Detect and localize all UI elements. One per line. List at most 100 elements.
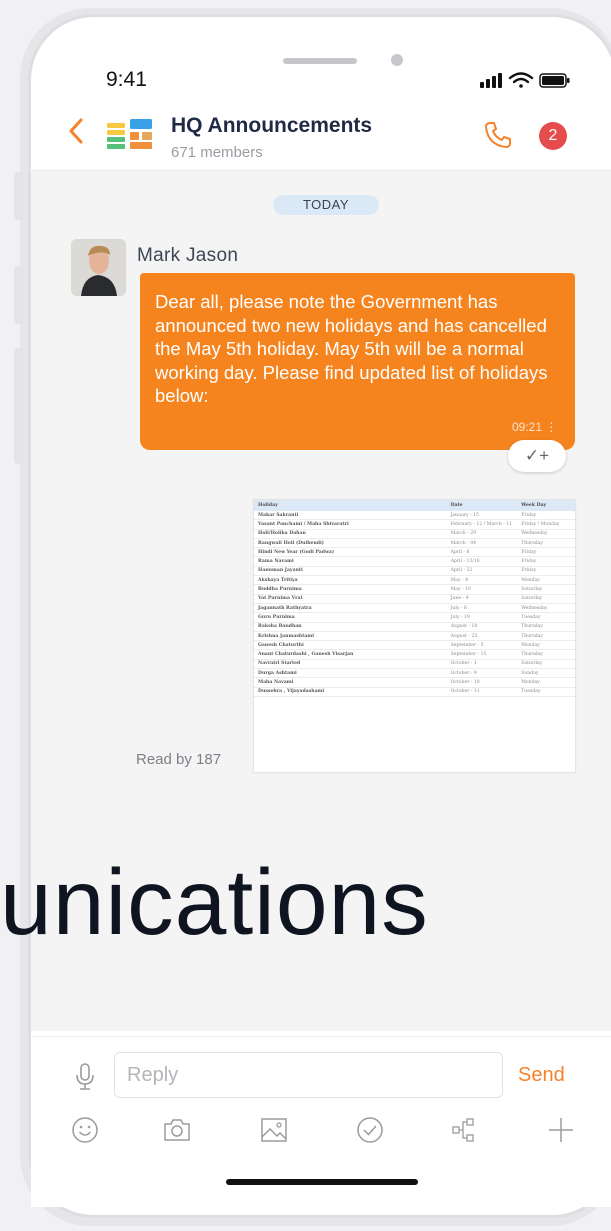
table-row: Ganesh Chaturthi September - 5 Monday xyxy=(254,640,575,651)
notch-camera xyxy=(391,54,403,66)
message-time: 09:21 ⋮ xyxy=(512,420,558,434)
table-cell: July - 6 xyxy=(446,603,518,614)
table-cell: Sunday xyxy=(517,668,575,679)
table-cell: Holi/Holika Dahan xyxy=(254,529,447,539)
table-cell: Monday xyxy=(517,640,575,651)
table-cell: Guru Purnima xyxy=(254,612,447,623)
table-cell: Makar Sakranti xyxy=(254,511,447,521)
table-cell: Raksha Bandhan xyxy=(254,622,447,632)
table-cell: Saturday xyxy=(517,659,575,670)
sender-avatar[interactable] xyxy=(71,239,126,296)
back-chevron-icon[interactable] xyxy=(68,117,84,145)
battery-icon xyxy=(539,73,570,88)
table-row: Akshaya Tritiya May - 4 Monday xyxy=(254,575,575,586)
member-count: 671 members xyxy=(171,144,263,161)
plus-icon[interactable] xyxy=(546,1115,576,1145)
table-cell: Friday xyxy=(517,511,575,521)
table-row: Krishna Janmashtami August - 25 Thursday xyxy=(254,631,575,642)
column-header: Week Day xyxy=(517,500,575,511)
table-cell: September - 15 xyxy=(446,649,518,660)
table-cell: October - 1 xyxy=(446,659,518,670)
table-cell: Hindi New Year (Gudi Padwa) xyxy=(254,547,447,558)
table-row: Hindi New Year (Gudi Padwa) April - 8 Frid… xyxy=(254,547,575,558)
table-row: Holi/Holika Dahan March - 29 Wednesday xyxy=(254,529,575,539)
table-row: Hanuman Jayanti April - 22 Friday xyxy=(254,566,575,577)
channel-avatar-icon[interactable] xyxy=(105,117,155,151)
send-button[interactable]: Send xyxy=(518,1064,565,1087)
column-header: Holiday xyxy=(254,500,447,511)
image-icon[interactable] xyxy=(259,1115,289,1145)
table-cell: August - 25 xyxy=(446,631,518,642)
table-cell: Saturday xyxy=(517,594,575,604)
phone-call-icon[interactable] xyxy=(483,120,513,150)
emoji-icon[interactable] xyxy=(70,1115,100,1145)
table-cell: October - 10 xyxy=(446,677,518,688)
table-cell: March - 04 xyxy=(446,538,518,549)
table-row: Maha Navami October - 10 Monday xyxy=(254,677,575,688)
table-row: Dussehra , Vijayadashami October - 11 Tues… xyxy=(254,687,575,697)
table-cell: Wednesday xyxy=(517,529,575,539)
table-cell: April - 8 xyxy=(446,547,518,558)
table-cell: Durga Ashtami xyxy=(254,668,447,679)
table-cell: Vasant Panchami / Maha Shivaratri xyxy=(254,519,447,530)
table-row: Anant Chaturdashi , Ganesh Visarjan Septe… xyxy=(254,649,575,660)
table-cell: Akshaya Tritiya xyxy=(254,575,447,586)
device-mute-switch xyxy=(14,172,24,220)
table-cell: Thursday xyxy=(517,622,575,632)
table-cell: May - 10 xyxy=(446,584,518,595)
microphone-icon[interactable] xyxy=(74,1062,96,1092)
device-volume-up xyxy=(14,266,24,324)
table-cell: Friday xyxy=(517,566,575,577)
date-divider: TODAY xyxy=(273,195,379,215)
table-cell: Rangwali Holi (Dulhendi) xyxy=(254,538,447,549)
table-cell: September - 5 xyxy=(446,640,518,651)
table-cell: Friday xyxy=(517,556,575,567)
table-cell: Anant Chaturdashi , Ganesh Visarjan xyxy=(254,649,447,660)
table-cell: October - 9 xyxy=(446,668,518,679)
table-cell: Ganesh Chaturthi xyxy=(254,640,447,651)
check-circle-icon[interactable] xyxy=(355,1115,385,1145)
read-receipt[interactable]: Read by 187 xyxy=(136,751,221,768)
table-cell: Monday xyxy=(517,677,575,688)
signal-icon xyxy=(480,73,502,88)
table-cell: Monday xyxy=(517,575,575,586)
table-row: Vasant Panchami / Maha Shivaratri Februar… xyxy=(254,519,575,530)
table-row: Rama Navami April - 13/16 Friday xyxy=(254,556,575,567)
overlay-caption: unications xyxy=(0,850,429,954)
table-cell: February - 12 / March - 11 xyxy=(446,519,518,530)
status-icons xyxy=(478,70,574,90)
message-text: Dear all, please note the Government has… xyxy=(155,291,548,406)
table-cell: Buddha Purnima xyxy=(254,584,447,595)
table-cell: October - 11 xyxy=(446,687,518,697)
table-cell: Rama Navami xyxy=(254,556,447,567)
holiday-list-attachment[interactable]: Holiday Date Week Day Makar Sakranti Janu… xyxy=(253,499,576,773)
home-indicator[interactable] xyxy=(226,1179,418,1185)
table-cell: Wednesday xyxy=(517,603,575,614)
table-row: Guru Purnima July - 19 Tuesday xyxy=(254,612,575,623)
table-cell: April - 13/16 xyxy=(446,556,518,567)
table-cell: March - 29 xyxy=(446,529,518,539)
table-cell: April - 22 xyxy=(446,566,518,577)
share-icon[interactable] xyxy=(451,1115,481,1145)
table-cell: Thursday xyxy=(517,538,575,549)
table-cell: Maha Navami xyxy=(254,677,447,688)
table-cell: Vat Purnima Vrat xyxy=(254,594,447,604)
camera-icon[interactable] xyxy=(162,1115,192,1145)
table-cell: Jagannath Rathyatra xyxy=(254,603,447,614)
table-cell: June - 4 xyxy=(446,594,518,604)
channel-title[interactable]: HQ Announcements xyxy=(171,114,372,138)
column-header: Date xyxy=(446,500,518,511)
table-row: Jagannath Rathyatra July - 6 Wednesday xyxy=(254,603,575,614)
reply-input[interactable]: Reply xyxy=(114,1052,503,1098)
notch-speaker xyxy=(283,58,357,64)
notification-badge[interactable]: 2 xyxy=(539,122,567,150)
table-row: Buddha Purnima May - 10 Saturday xyxy=(254,584,575,595)
add-reaction-button[interactable]: ✓+ xyxy=(508,440,566,472)
table-cell: Navratri Started xyxy=(254,659,447,670)
wifi-icon xyxy=(508,72,534,88)
table-row: Durga Ashtami October - 9 Sunday xyxy=(254,668,575,679)
message-menu-icon[interactable]: ⋮ xyxy=(545,420,557,434)
table-row: Vat Purnima Vrat June - 4 Saturday xyxy=(254,594,575,604)
table-cell: Tuesday xyxy=(517,612,575,623)
table-cell: January - 15 xyxy=(446,511,518,521)
